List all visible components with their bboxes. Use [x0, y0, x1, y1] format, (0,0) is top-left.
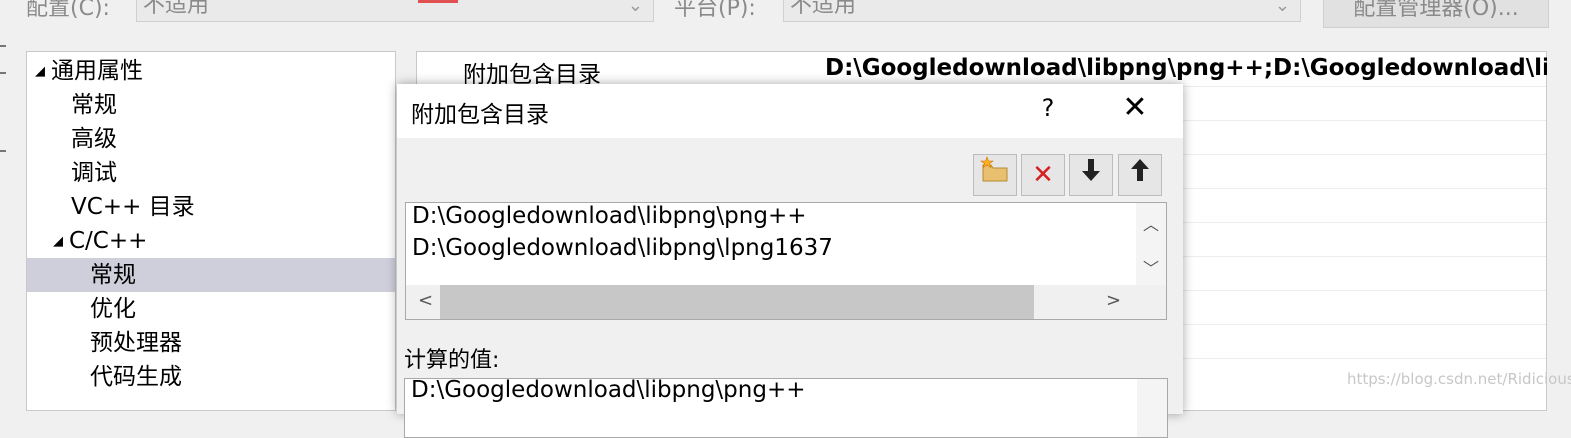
- tree-item-cpp-general[interactable]: 常规: [27, 258, 395, 292]
- platform-label: 平台(P):: [674, 0, 756, 21]
- scroll-thumb[interactable]: [440, 285, 1034, 319]
- expanded-arrow-icon[interactable]: ◢: [53, 225, 69, 259]
- chevron-up-icon[interactable]: ︿: [1136, 211, 1166, 235]
- tree-item-general[interactable]: 常规: [27, 88, 395, 122]
- edge-fragment: [0, 45, 6, 47]
- arrow-down-icon: [1080, 159, 1102, 190]
- tree-item-label: 常规: [71, 92, 117, 118]
- tree-item-label: 高级: [71, 126, 117, 152]
- property-tree: ◢ 通用属性 常规 高级 调试 VC++ 目录 ◢ C/C++ 常规 优化 预处理器…: [26, 51, 396, 411]
- tree-item-preprocessor[interactable]: 预处理器: [27, 326, 395, 360]
- list-item[interactable]: D:\Googledownload\libpng\lpng1637: [412, 235, 833, 261]
- computed-value-list[interactable]: D:\Googledownload\libpng\png++: [404, 378, 1168, 438]
- tree-item-label: 预处理器: [90, 330, 182, 356]
- dialog-title: 附加包含目录: [411, 102, 549, 128]
- expanded-arrow-icon[interactable]: ◢: [35, 55, 51, 89]
- chevron-down-icon: ⌄: [1274, 0, 1290, 16]
- delete-icon: ✕: [1032, 160, 1054, 190]
- tree-item-code-generation[interactable]: 代码生成: [27, 360, 395, 394]
- tree-item-c-cpp[interactable]: ◢ C/C++: [27, 224, 395, 258]
- tree-item-optimization[interactable]: 优化: [27, 292, 395, 326]
- close-button[interactable]: ✕: [1117, 90, 1153, 125]
- horizontal-scrollbar[interactable]: < >: [406, 285, 1166, 319]
- directory-list[interactable]: D:\Googledownload\libpng\png++ D:\Google…: [405, 202, 1167, 320]
- watermark: https://blog.csdn.net/Ridicious: [1347, 370, 1571, 388]
- vertical-scrollbar[interactable]: ︿ ﹀: [1136, 203, 1166, 285]
- dialog-title-bar[interactable]: 附加包含目录 ? ✕: [397, 84, 1183, 138]
- tree-item-advanced[interactable]: 高级: [27, 122, 395, 156]
- new-folder-icon: [979, 156, 1011, 192]
- help-button[interactable]: ?: [1033, 94, 1063, 122]
- move-down-button[interactable]: [1069, 154, 1113, 196]
- platform-value: 不适用: [790, 0, 857, 18]
- chevron-right-icon[interactable]: >: [1106, 290, 1121, 311]
- list-item[interactable]: D:\Googledownload\libpng\png++: [412, 203, 807, 229]
- red-indicator: [418, 0, 458, 3]
- platform-combo[interactable]: 不适用 ⌄: [783, 0, 1301, 22]
- config-value: 不适用: [143, 0, 210, 18]
- tree-item-label: 代码生成: [90, 364, 182, 390]
- tree-item-label: VC++ 目录: [71, 194, 195, 220]
- config-manager-button[interactable]: 配置管理器(O)...: [1323, 0, 1549, 28]
- config-label: 配置(C):: [26, 0, 110, 21]
- grid-row-additional-include[interactable]: 附加包含目录 D:\Googledownload\libpng\png++;D:…: [417, 52, 1547, 88]
- tree-item-vc-directories[interactable]: VC++ 目录: [27, 190, 395, 224]
- edge-fragment: [0, 72, 6, 74]
- tree-item-label: 调试: [71, 160, 117, 186]
- tree-item-label: 优化: [90, 296, 136, 322]
- edge-fragment: [0, 150, 6, 152]
- chevron-left-icon[interactable]: <: [418, 290, 433, 311]
- move-up-button[interactable]: [1118, 154, 1162, 196]
- arrow-up-icon: [1129, 159, 1151, 190]
- delete-line-button[interactable]: ✕: [1021, 154, 1065, 196]
- tree-item-label: 通用属性: [51, 58, 143, 84]
- tree-item-label: 常规: [90, 262, 136, 288]
- chevron-down-icon: ⌄: [627, 0, 643, 16]
- tree-item-label: C/C++: [69, 228, 148, 254]
- computed-value-item: D:\Googledownload\libpng\png++: [411, 378, 806, 403]
- new-line-button[interactable]: [973, 154, 1017, 196]
- chevron-down-icon[interactable]: ﹀: [1136, 255, 1166, 279]
- tree-item-common-properties[interactable]: ◢ 通用属性: [27, 54, 395, 88]
- computed-value-label: 计算的值:: [404, 348, 500, 373]
- additional-include-dialog: 附加包含目录 ? ✕ ✕ D:\Googledownload\libpng\pn…: [397, 84, 1183, 438]
- config-combo[interactable]: 不适用 ⌄: [136, 0, 654, 22]
- vertical-scrollbar[interactable]: [1137, 379, 1167, 437]
- tree-item-debugging[interactable]: 调试: [27, 156, 395, 190]
- property-value[interactable]: D:\Googledownload\libpng\png++;D:\Google…: [825, 55, 1547, 81]
